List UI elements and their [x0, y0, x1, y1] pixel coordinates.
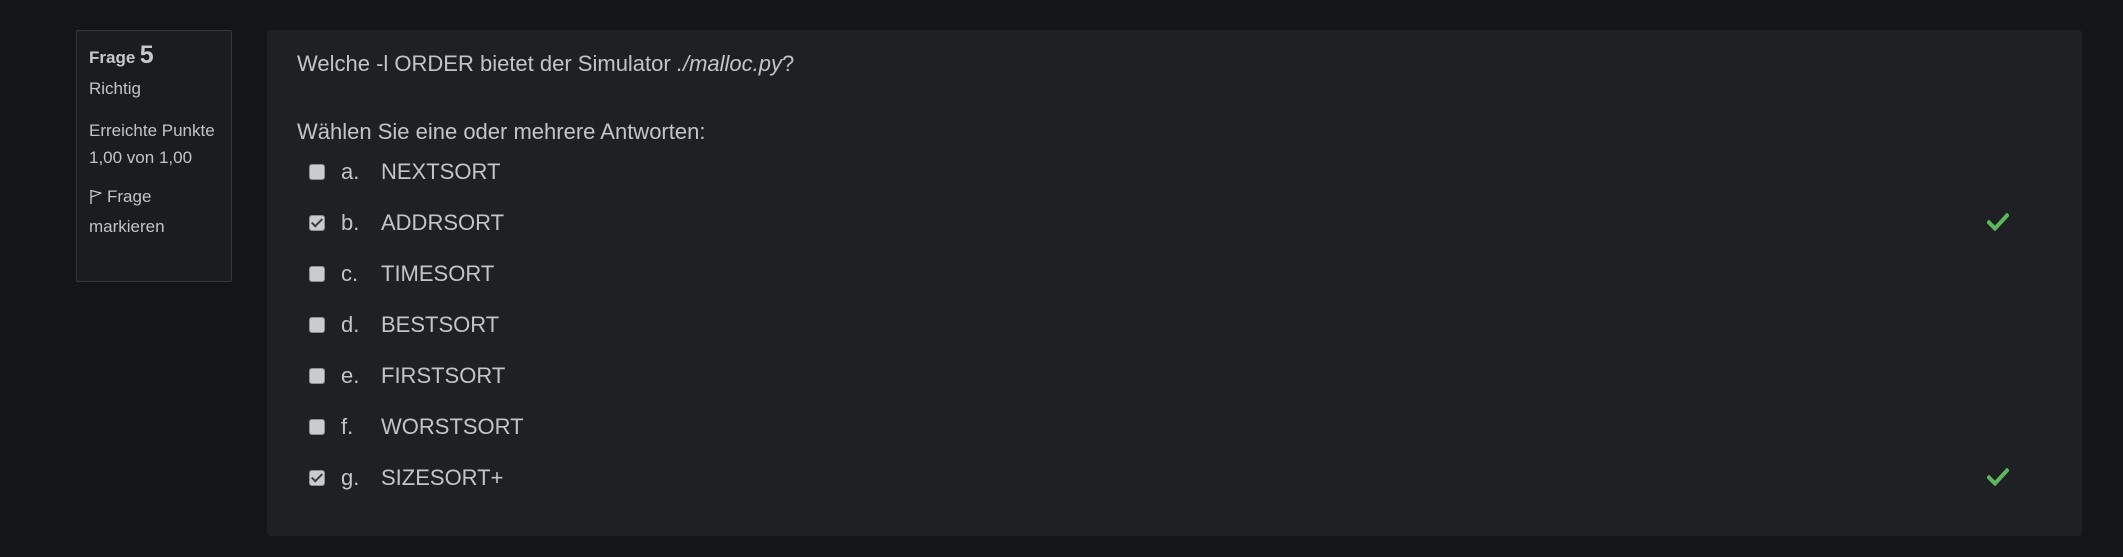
- question-number: 5: [139, 41, 154, 69]
- option-checkbox[interactable]: [309, 317, 325, 333]
- option-letter: f.: [341, 414, 354, 439]
- question-text-start: Welche -l ORDER bietet der Simulator: [297, 51, 677, 76]
- answer-option-d[interactable]: d. BESTSORT: [309, 305, 2049, 345]
- answer-option-f[interactable]: f. WORSTSORT: [309, 407, 2049, 447]
- question-grade: Erreichte Punkte 1,00 von 1,00: [89, 121, 215, 167]
- answer-prompt: Wählen Sie eine oder mehrere Antworten:: [297, 119, 706, 144]
- option-letter: c.: [341, 261, 359, 286]
- option-checkbox[interactable]: [309, 266, 325, 282]
- flag-icon: [89, 186, 103, 213]
- question-label: Frage: [89, 48, 136, 67]
- option-label[interactable]: WORSTSORT: [381, 414, 524, 440]
- option-label[interactable]: NEXTSORT: [381, 159, 500, 185]
- question-text: Welche -l ORDER bietet der Simulator ./m…: [297, 50, 794, 78]
- option-letter: e.: [341, 363, 360, 388]
- correct-check-icon: [1986, 467, 2010, 491]
- correct-check-icon: [1986, 212, 2010, 236]
- option-letter: b.: [341, 210, 360, 235]
- option-checkbox-checked[interactable]: [309, 470, 325, 486]
- option-checkbox[interactable]: [309, 164, 325, 180]
- answer-option-a[interactable]: a. NEXTSORT: [309, 152, 2049, 192]
- answer-option-e[interactable]: e. FIRSTSORT: [309, 356, 2049, 396]
- option-label[interactable]: SIZESORT+: [381, 465, 503, 491]
- question-info-panel: Frage 5 Richtig Erreichte Punkte 1,00 vo…: [76, 30, 232, 282]
- answer-option-c[interactable]: c. TIMESORT: [309, 254, 2049, 294]
- answer-option-g[interactable]: g. SIZESORT+: [309, 458, 2049, 498]
- option-letter: d.: [341, 312, 360, 337]
- option-letter: g.: [341, 465, 360, 490]
- option-checkbox[interactable]: [309, 419, 325, 435]
- option-label[interactable]: TIMESORT: [381, 261, 494, 287]
- question-text-end: ?: [782, 51, 795, 76]
- option-label[interactable]: ADDRSORT: [381, 210, 504, 236]
- option-letter: a.: [341, 159, 360, 184]
- question-number-line: Frage 5: [89, 42, 219, 72]
- question-content: Welche -l ORDER bietet der Simulator ./m…: [267, 30, 2082, 536]
- option-label[interactable]: BESTSORT: [381, 312, 499, 338]
- question-text-command: ./malloc.py: [676, 51, 782, 76]
- flag-question-link[interactable]: Frage markieren: [89, 183, 219, 240]
- option-label[interactable]: FIRSTSORT: [381, 363, 505, 389]
- answer-option-b[interactable]: b. ADDRSORT: [309, 203, 2049, 243]
- option-checkbox-checked[interactable]: [309, 215, 325, 231]
- option-checkbox[interactable]: [309, 368, 325, 384]
- question-state: Richtig: [89, 79, 141, 98]
